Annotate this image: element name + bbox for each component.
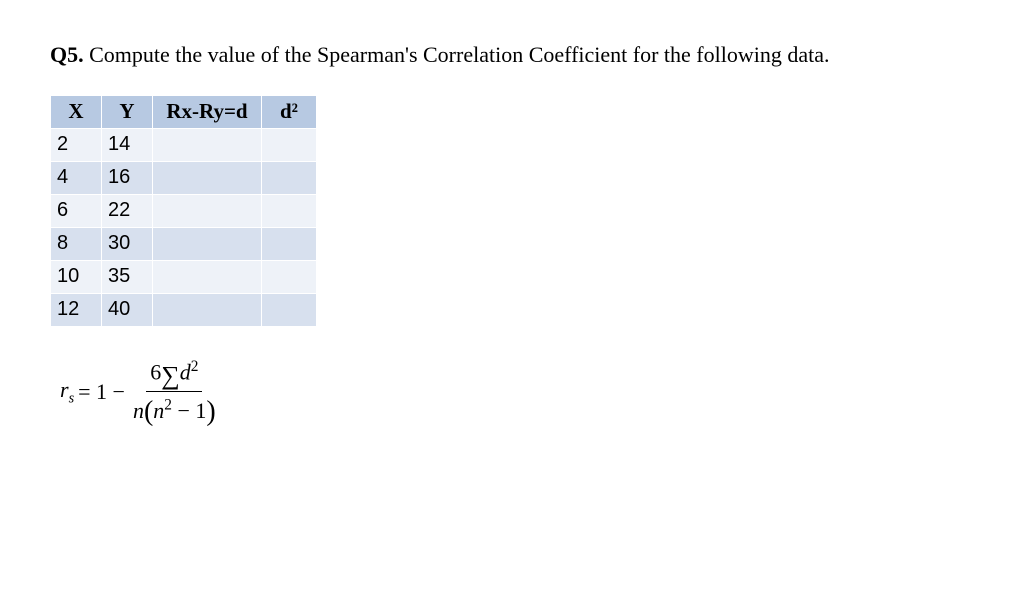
data-table: X Y Rx-Ry=d d² 2 14 4 16 6 22 8 30 xyxy=(50,95,317,327)
cell-d2 xyxy=(262,227,317,260)
cell-d2 xyxy=(262,194,317,227)
cell-y: 14 xyxy=(102,128,153,161)
cell-y: 22 xyxy=(102,194,153,227)
table-row: 6 22 xyxy=(51,194,317,227)
cell-x: 2 xyxy=(51,128,102,161)
formula-lhs: rs xyxy=(60,377,74,407)
cell-d xyxy=(153,293,262,326)
cell-d2 xyxy=(262,293,317,326)
cell-x: 10 xyxy=(51,260,102,293)
table-row: 4 16 xyxy=(51,161,317,194)
header-d2: d² xyxy=(262,95,317,128)
header-x: X xyxy=(51,95,102,128)
cell-x: 6 xyxy=(51,194,102,227)
formula-equals: = 1 − xyxy=(78,379,125,405)
cell-y: 35 xyxy=(102,260,153,293)
cell-d xyxy=(153,128,262,161)
formula-denominator: n(n2 − 1) xyxy=(129,392,220,428)
cell-x: 4 xyxy=(51,161,102,194)
question-number: Q5. xyxy=(50,42,84,67)
question-text: Q5. Compute the value of the Spearman's … xyxy=(50,40,981,70)
header-y: Y xyxy=(102,95,153,128)
cell-d2 xyxy=(262,260,317,293)
formula-fraction: 6∑d2 n(n2 − 1) xyxy=(129,357,220,429)
table-row: 12 40 xyxy=(51,293,317,326)
table-row: 8 30 xyxy=(51,227,317,260)
cell-x: 8 xyxy=(51,227,102,260)
cell-x: 12 xyxy=(51,293,102,326)
cell-y: 30 xyxy=(102,227,153,260)
formula-numerator: 6∑d2 xyxy=(146,357,202,392)
cell-d xyxy=(153,227,262,260)
table-header-row: X Y Rx-Ry=d d² xyxy=(51,95,317,128)
table-row: 10 35 xyxy=(51,260,317,293)
cell-d2 xyxy=(262,128,317,161)
cell-d xyxy=(153,194,262,227)
sigma-icon: ∑ xyxy=(161,359,180,393)
cell-d xyxy=(153,161,262,194)
cell-y: 40 xyxy=(102,293,153,326)
header-d: Rx-Ry=d xyxy=(153,95,262,128)
table-row: 2 14 xyxy=(51,128,317,161)
cell-y: 16 xyxy=(102,161,153,194)
cell-d2 xyxy=(262,161,317,194)
cell-d xyxy=(153,260,262,293)
spearman-formula: rs = 1 − 6∑d2 n(n2 − 1) xyxy=(60,357,981,429)
question-body: Compute the value of the Spearman's Corr… xyxy=(89,42,829,67)
